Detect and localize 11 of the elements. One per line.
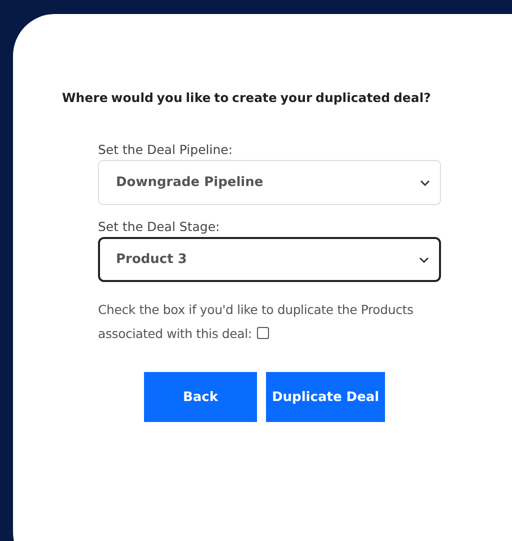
chevron-down-icon [420,180,430,186]
chevron-down-icon [419,256,429,262]
checkbox[interactable] [256,327,269,339]
field-label: Set the Deal Pipeline: [98,142,234,157]
dropdown-field[interactable]: Downgrade Pipeline [98,160,441,205]
checkbox-label: Check the box if you'd like to duplicate the Products associated with this deal: [98,301,414,343]
dropdown-field[interactable]: Product 3 [98,237,441,282]
duplicate-button[interactable]: Duplicate Deal [266,372,386,422]
back-button[interactable]: Back [144,372,257,422]
field-label: Set the Deal Stage: [98,219,221,234]
question-text: Where would you like to create your duplicated deal? [62,89,432,107]
